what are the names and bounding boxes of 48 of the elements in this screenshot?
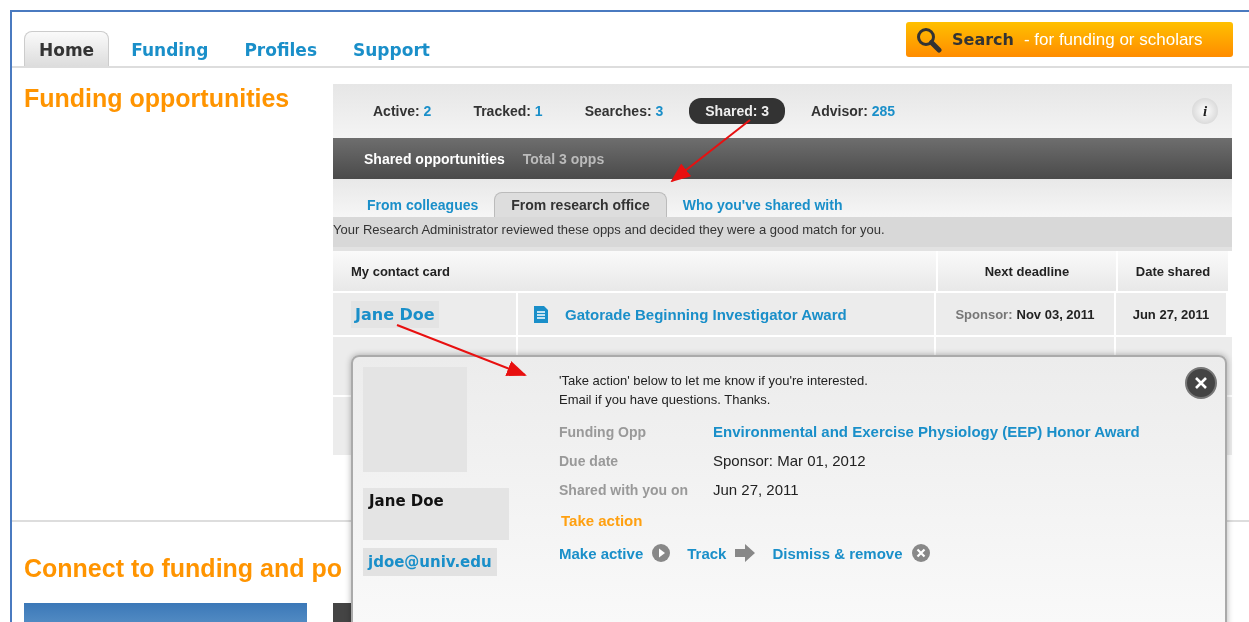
field-label: Due date xyxy=(559,452,620,469)
column-header: Next deadline xyxy=(938,251,1118,291)
stat-link[interactable]: Active: 2 xyxy=(357,98,448,124)
search-button[interactable]: Search - for funding or scholars xyxy=(906,22,1233,57)
deadline-date: Nov 03, 2011 xyxy=(1016,306,1095,322)
column-header: Date shared xyxy=(1118,251,1228,291)
info-button[interactable]: i xyxy=(1192,98,1218,124)
take-action-label: Take action xyxy=(560,512,644,529)
subtab[interactable]: Who you've shared with xyxy=(666,193,859,217)
document-icon xyxy=(534,305,548,323)
field-value: Sponsor: Mar 01, 2012 xyxy=(713,452,867,469)
shared-date: Jun 27, 2011 xyxy=(1132,306,1210,322)
subtab[interactable]: From research office xyxy=(494,192,667,217)
opportunity-link[interactable]: Environmental and Exercise Physiology (EEP) Honor Award xyxy=(713,423,1140,440)
action-link[interactable]: Dismiss & remove xyxy=(772,544,903,562)
field-label: Shared with you on xyxy=(559,481,690,498)
stat-link[interactable]: Tracked: 1 xyxy=(457,98,559,124)
section-title: Connect to funding and po xyxy=(24,554,342,583)
field-label: Funding Opp xyxy=(559,423,648,440)
email-link[interactable]: jdoe@univ.edu xyxy=(363,548,497,576)
nav-tab[interactable]: Profiles xyxy=(230,31,331,66)
stat-link[interactable]: Searches: 3 xyxy=(568,98,680,124)
play-icon[interactable] xyxy=(651,543,672,563)
search-icon xyxy=(916,26,942,53)
contact-link[interactable]: Jane Doe xyxy=(351,300,439,328)
shared-title: Shared opportunities xyxy=(364,150,505,167)
note-text: Email if you have questions. Thanks. xyxy=(559,391,772,409)
note-text: 'Take action' below to let me know if you're interested. xyxy=(559,372,869,390)
deadline-label: Sponsor: xyxy=(955,306,1013,322)
remove-icon[interactable] xyxy=(910,543,931,563)
page-title: Funding opportunities xyxy=(24,84,291,113)
close-icon xyxy=(1193,375,1209,391)
shared-total: Total 3 opps xyxy=(522,150,605,167)
arrow-right-icon[interactable] xyxy=(734,544,757,562)
stat-link[interactable]: Advisor: 285 xyxy=(795,98,912,124)
opportunity-link[interactable]: Gatorade Beginning Investigator Award xyxy=(565,305,847,323)
info-message: Your Research Administrator reviewed these opps and decided they were a good match for you. xyxy=(333,217,1232,247)
field-value: Jun 27, 2011 xyxy=(713,481,800,498)
close-button[interactable] xyxy=(1185,367,1217,399)
action-link[interactable]: Track xyxy=(687,544,727,562)
nav-tab[interactable]: Support xyxy=(339,31,444,66)
nav-tab[interactable]: Home xyxy=(24,31,110,66)
action-link[interactable]: Make active xyxy=(559,544,644,562)
subtab[interactable]: From colleagues xyxy=(351,193,495,217)
contact-name: Jane Doe xyxy=(363,488,509,540)
column-header: My contact card xyxy=(333,251,938,291)
stat-link[interactable]: Shared: 3 xyxy=(689,98,786,124)
nav-tab[interactable]: Funding xyxy=(117,31,223,66)
